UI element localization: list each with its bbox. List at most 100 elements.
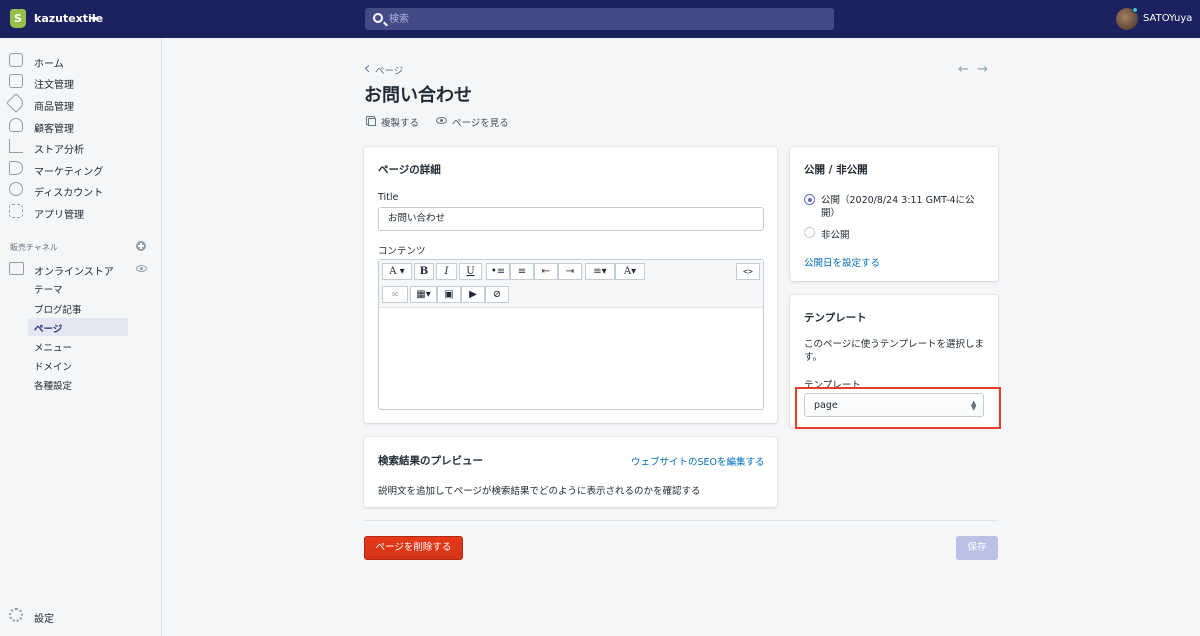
- sidebar-item-settings[interactable]: 設定: [0, 606, 162, 626]
- sales-channels-heading: 販売チャネル: [10, 243, 58, 252]
- radio-hidden[interactable]: [804, 227, 815, 238]
- sidebar-item-label: ホーム: [34, 59, 64, 70]
- shopify-logo-icon[interactable]: [10, 9, 26, 28]
- clear-formatting-icon[interactable]: ⊘: [485, 286, 509, 303]
- editor-toolbar: A ▾ B I U •≡ ≡ ⇤ ⇥ ≡▾ A▾ <> ∞ ▦▾ ▣ ▶ ⊘: [379, 260, 763, 308]
- bulleted-list-icon[interactable]: •≡: [486, 263, 510, 280]
- person-icon: [9, 118, 23, 132]
- sidebar-subitem-navigation[interactable]: メニュー: [28, 337, 128, 355]
- title-input[interactable]: お問い合わせ: [378, 207, 764, 231]
- search-icon: [373, 13, 383, 23]
- seo-preview-title: 検索結果のプレビュー: [378, 455, 483, 467]
- arrow-left-icon[interactable]: ←: [958, 62, 969, 77]
- sidebar-subitem-themes[interactable]: テーマ: [28, 279, 128, 297]
- duplicate-button[interactable]: 複製する: [381, 115, 419, 129]
- chevron-left-icon[interactable]: [364, 64, 373, 73]
- search-input[interactable]: [389, 11, 819, 27]
- radio-hidden-label[interactable]: 非公開: [821, 227, 850, 241]
- subitem-label: ブログ記事: [34, 305, 82, 316]
- sidebar-item-products[interactable]: 商品管理: [0, 93, 162, 114]
- align-icon[interactable]: ≡▾: [585, 263, 615, 280]
- template-description-line2: す。: [804, 352, 823, 363]
- page-details-title: ページの詳細: [378, 164, 441, 176]
- sidebar-item-marketing[interactable]: マーケティング: [0, 159, 162, 179]
- video-icon[interactable]: ▶: [461, 286, 485, 303]
- template-description: このページに使うテンプレートを選択しま す。: [804, 338, 984, 364]
- visibility-title: 公開 / 非公開: [804, 164, 868, 176]
- apps-icon: [9, 204, 23, 218]
- sidebar-subitem-pages[interactable]: ページ: [28, 318, 128, 336]
- table-icon[interactable]: ▦▾: [410, 286, 437, 303]
- chart-icon: [9, 139, 23, 153]
- sidebar: ホーム 注文管理 商品管理 顧客管理 ストア分析 マーケティング ディスカウント…: [0, 38, 162, 636]
- view-page-button[interactable]: ページを見る: [452, 115, 509, 129]
- megaphone-icon: [9, 161, 23, 175]
- tag-icon: [6, 93, 26, 113]
- public-label-line2: 開）: [821, 208, 841, 219]
- sidebar-item-label: 設定: [34, 614, 54, 625]
- title-label: Title: [378, 192, 399, 203]
- sidebar-item-orders[interactable]: 注文管理: [0, 72, 162, 92]
- subitem-label: ドメイン: [34, 362, 73, 373]
- radio-public-label[interactable]: 公開（2020/8/24 3:11 GMT-4に公 開）: [821, 194, 975, 220]
- subitem-label: 各種設定: [34, 381, 73, 392]
- bold-button[interactable]: B: [414, 263, 434, 280]
- duplicate-icon: [366, 116, 376, 126]
- sidebar-item-label: ディスカウント: [34, 188, 104, 199]
- editor-content-area[interactable]: [379, 308, 763, 409]
- discount-icon: [9, 182, 23, 196]
- page-title: お問い合わせ: [364, 85, 472, 106]
- show-html-icon[interactable]: <>: [736, 263, 760, 280]
- top-bar: kazutextile SATOYuya: [0, 0, 1200, 38]
- store-menu-caret-icon[interactable]: [90, 17, 98, 22]
- sidebar-item-label: アプリ管理: [34, 210, 84, 221]
- add-channel-icon[interactable]: [136, 241, 146, 251]
- user-name[interactable]: SATOYuya: [1143, 13, 1192, 24]
- numbered-list-icon[interactable]: ≡: [510, 263, 534, 280]
- font-color-button[interactable]: A ▾: [382, 263, 412, 280]
- delete-page-button[interactable]: ページを削除する: [364, 536, 463, 560]
- gear-icon: [9, 608, 23, 622]
- image-icon[interactable]: ▣: [437, 286, 461, 303]
- underline-button[interactable]: U: [459, 263, 482, 280]
- eye-icon: [436, 117, 447, 124]
- store-icon: [9, 262, 24, 275]
- prev-next-arrows[interactable]: ← →: [958, 62, 988, 77]
- outdent-icon[interactable]: ⇤: [534, 263, 558, 280]
- template-title: テンプレート: [804, 312, 867, 324]
- link-icon[interactable]: ∞: [382, 286, 408, 303]
- sidebar-item-apps[interactable]: アプリ管理: [0, 202, 162, 222]
- subitem-label: テーマ: [34, 285, 63, 296]
- highlight-box: [795, 387, 1001, 429]
- sidebar-subitem-domains[interactable]: ドメイン: [28, 356, 128, 374]
- set-publish-date-link[interactable]: 公開日を設定する: [804, 255, 880, 269]
- search-bar[interactable]: [365, 8, 834, 30]
- sidebar-item-home[interactable]: ホーム: [0, 51, 162, 71]
- edit-seo-link[interactable]: ウェブサイトのSEOを編集する: [631, 454, 765, 468]
- arrow-right-icon[interactable]: →: [977, 62, 988, 77]
- sidebar-item-analytics[interactable]: ストア分析: [0, 137, 162, 157]
- text-color-icon[interactable]: A▾: [615, 263, 645, 280]
- radio-public[interactable]: [804, 194, 815, 205]
- rich-text-editor: A ▾ B I U •≡ ≡ ⇤ ⇥ ≡▾ A▾ <> ∞ ▦▾ ▣ ▶ ⊘: [378, 259, 764, 410]
- divider: [364, 520, 998, 521]
- home-icon: [9, 53, 23, 67]
- sidebar-subitem-preferences[interactable]: 各種設定: [28, 375, 128, 393]
- template-description-line1: このページに使うテンプレートを選択しま: [804, 339, 985, 350]
- sidebar-item-label: マーケティング: [34, 167, 104, 178]
- breadcrumb[interactable]: ページ: [375, 63, 403, 77]
- public-label-line1: 公開（2020/8/24 3:11 GMT-4に公: [821, 195, 975, 206]
- sidebar-item-label: ストア分析: [34, 145, 84, 156]
- view-store-eye-icon[interactable]: [136, 265, 147, 272]
- sidebar-item-label: 商品管理: [34, 102, 74, 113]
- sidebar-item-label: オンラインストア: [34, 267, 114, 278]
- sidebar-item-discounts[interactable]: ディスカウント: [0, 180, 162, 200]
- content-label: コンテンツ: [378, 246, 426, 257]
- sidebar-subitem-blog-posts[interactable]: ブログ記事: [28, 299, 128, 317]
- save-button[interactable]: 保存: [956, 536, 998, 560]
- orders-icon: [9, 74, 23, 88]
- sidebar-item-customers[interactable]: 顧客管理: [0, 116, 162, 136]
- italic-button[interactable]: I: [436, 263, 457, 280]
- subitem-label: メニュー: [34, 343, 73, 354]
- indent-icon[interactable]: ⇥: [558, 263, 582, 280]
